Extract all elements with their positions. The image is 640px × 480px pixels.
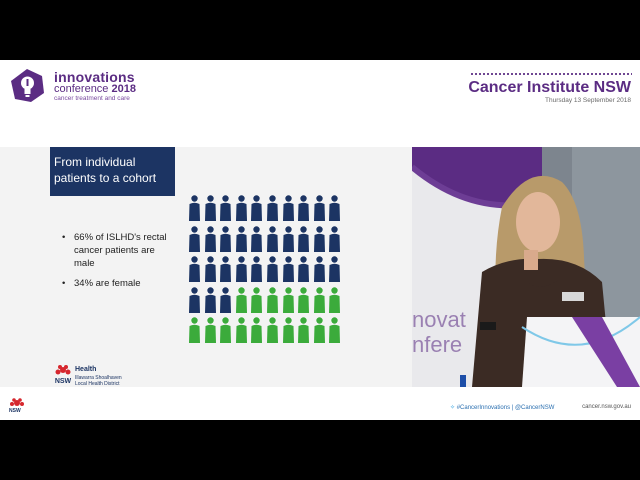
male-person-icon <box>220 286 232 313</box>
female-person-icon <box>189 317 200 343</box>
bullet-list: 66% of ISLHD's rectal cancer patients ar… <box>62 231 172 297</box>
male-person-icon <box>282 256 294 282</box>
female-person-icon <box>313 317 325 343</box>
male-person-icon <box>298 225 310 252</box>
bullet-female: 34% are female <box>62 277 172 290</box>
female-person-icon <box>329 317 341 343</box>
male-person-icon <box>267 195 278 221</box>
male-person-icon <box>329 225 341 252</box>
male-person-icon <box>220 195 232 221</box>
conference-year: 2018 <box>111 83 136 95</box>
female-person-icon <box>251 317 263 343</box>
conference-tagline: cancer treatment and care <box>54 95 130 102</box>
people-pictogram <box>189 195 344 377</box>
footer-url[interactable]: cancer.nsw.gov.au <box>582 404 631 410</box>
female-person-icon <box>220 317 232 343</box>
slide-panel: From individual patients to a cohort 66%… <box>0 147 412 387</box>
event-date: Thursday 13 September 2018 <box>545 97 631 104</box>
female-person-icon <box>267 317 278 343</box>
health-label: Health <box>75 366 97 373</box>
male-person-icon <box>251 195 263 221</box>
svg-text:nfere: nfere <box>412 332 462 357</box>
male-person-icon <box>298 195 310 221</box>
male-person-icon <box>204 195 216 221</box>
footer-social-text: #CancerInnovations | @CancerNSW <box>456 405 555 411</box>
male-person-icon <box>204 286 216 313</box>
institute-name: Cancer Institute NSW <box>468 79 631 96</box>
male-person-icon <box>235 256 247 282</box>
svg-text:novat: novat <box>412 307 466 332</box>
female-person-icon <box>267 286 278 313</box>
twitter-icon: ✧ <box>450 405 457 411</box>
footer-nsw-label: NSW <box>9 408 21 414</box>
male-person-icon <box>189 225 200 252</box>
presentation-frame: innovations conference 2018 cancer treat… <box>0 60 640 420</box>
male-person-icon <box>313 195 325 221</box>
female-person-icon <box>298 317 310 343</box>
male-person-icon <box>189 286 200 313</box>
female-person-icon <box>251 286 263 313</box>
lightbulb-logo-icon <box>9 67 46 104</box>
svg-text:NSW: NSW <box>55 378 72 385</box>
male-person-icon <box>204 256 216 282</box>
female-person-icon <box>313 286 325 313</box>
slide-title: From individual patients to a cohort <box>50 147 175 196</box>
male-person-icon <box>251 256 263 282</box>
female-person-icon <box>235 317 247 343</box>
conference-subtitle: conference 2018 <box>54 83 136 95</box>
male-person-icon <box>235 195 247 221</box>
male-person-icon <box>267 225 278 252</box>
male-person-icon <box>235 225 247 252</box>
male-person-icon <box>282 225 294 252</box>
male-person-icon <box>220 225 232 252</box>
dotted-divider <box>470 73 632 75</box>
female-person-icon <box>329 286 341 313</box>
male-person-icon <box>298 256 310 282</box>
male-person-icon <box>251 225 263 252</box>
female-person-icon <box>298 286 310 313</box>
male-person-icon <box>313 225 325 252</box>
female-person-icon <box>282 317 294 343</box>
female-person-icon <box>282 286 294 313</box>
male-person-icon <box>282 195 294 221</box>
male-person-icon <box>329 256 341 282</box>
bullet-male: 66% of ISLHD's rectal cancer patients ar… <box>62 231 172 270</box>
male-person-icon <box>189 256 200 282</box>
female-person-icon <box>204 317 216 343</box>
male-person-icon <box>204 225 216 252</box>
male-person-icon <box>189 195 200 221</box>
footer-social[interactable]: ✧ #CancerInnovations | @CancerNSW <box>450 404 554 411</box>
male-person-icon <box>220 256 232 282</box>
health-district: Illawarra Shoalhaven Local Health Distri… <box>75 375 122 387</box>
speaker-video-feed: novat nfere <box>412 147 640 387</box>
male-person-icon <box>329 195 341 221</box>
female-person-icon <box>235 286 247 313</box>
male-person-icon <box>267 256 278 282</box>
male-person-icon <box>313 256 325 282</box>
